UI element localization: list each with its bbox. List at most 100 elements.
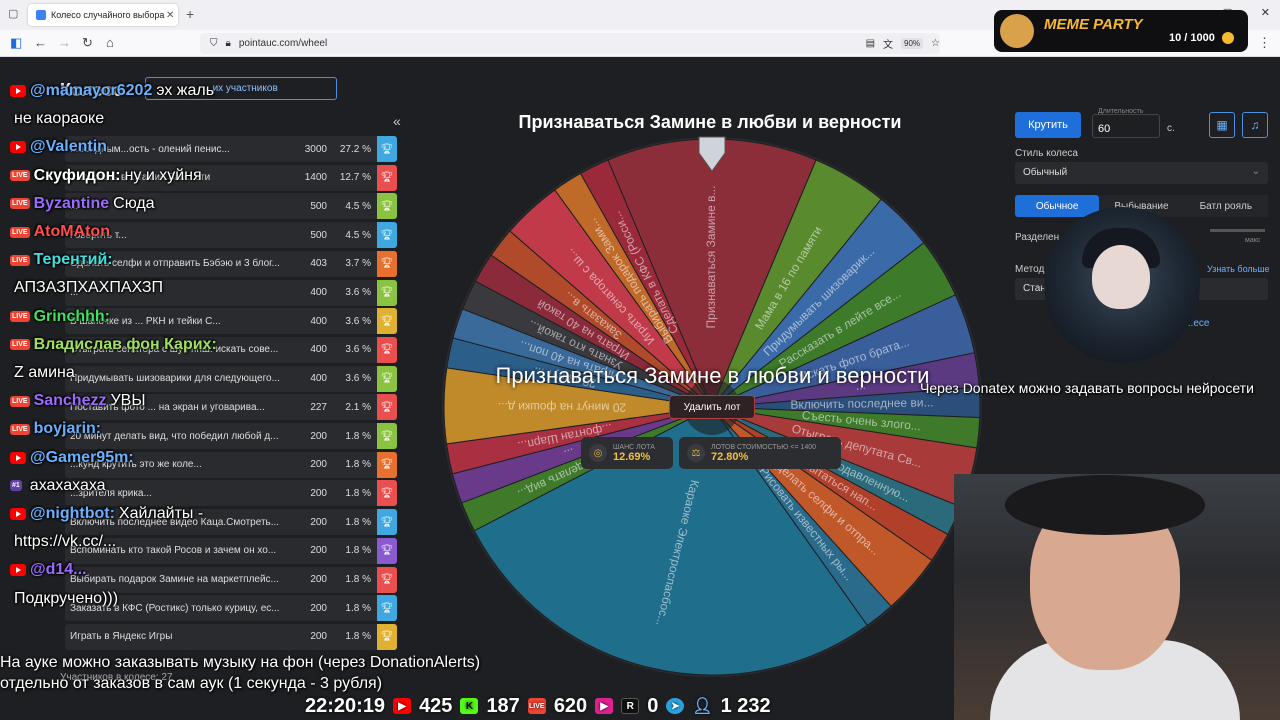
lot-cup-icon[interactable]: 🏆︎ [377,623,397,650]
lot-row[interactable]: Придумывать шизоварики для следующего...… [65,365,397,392]
shield-icon: ⛉ [210,38,218,49]
chat-message: Z амина [10,364,75,382]
reader-icon[interactable]: ▤ [866,38,875,49]
split-slider[interactable] [1210,229,1265,232]
lot-percent: 12.7 % [339,172,371,184]
lot-row[interactable]: Играть в Яндекс Игры 200 1.8 % 🏆︎ [65,623,397,650]
lot-row[interactable]: ...зрителя крика... 200 1.8 % 🏆︎ [65,480,397,507]
lot-cup-icon[interactable]: 🏆︎ [377,480,397,507]
address-bar[interactable]: ⛉ 🔒︎ pointauc.com/wheel ▤ 文 90% ☆ [200,33,940,54]
lot-amount[interactable]: 403 [283,258,327,269]
lot-percent: 4.5 % [345,229,371,241]
lot-cup-icon[interactable]: 🏆︎ [377,279,397,306]
new-tab-icon[interactable]: + [186,6,194,22]
browser-tab[interactable]: Колесо случайного выбора – I ✕ [28,4,178,26]
sidebar-toggle-icon[interactable]: ◧ [10,35,22,51]
music-note-icon[interactable]: ♫ [1242,112,1268,138]
lot-percent: 1.8 % [345,459,371,471]
lot-percent: 1.8 % [345,516,371,528]
lot-amount[interactable]: 200 [283,488,327,499]
lot-cup-icon[interactable]: 🏆︎ [377,365,397,392]
grid-icon[interactable]: ▦ [1209,112,1235,138]
lot-cup-icon[interactable]: 🏆︎ [377,222,397,249]
lot-amount[interactable]: 3000 [283,144,327,155]
lot-amount[interactable]: 200 [283,574,327,585]
chat-message: LIVE boyjarin: [10,420,105,438]
spin-button[interactable]: Крутить [1015,112,1081,138]
lot-amount[interactable]: 200 [283,545,327,556]
lot-amount[interactable]: 1400 [283,172,327,183]
lot-row[interactable]: 20 минут делать вид, что победил любой д… [65,423,397,449]
duration-input[interactable]: 60 [1092,114,1160,138]
back-icon[interactable]: ← [34,35,47,50]
learn-more-link[interactable]: Узнать больше [1207,264,1270,274]
close-tab-icon[interactable]: ✕ [166,10,178,21]
youtube-icon [10,564,26,577]
lot-cup-icon[interactable]: 🏆︎ [377,394,397,421]
youtube-icon [10,85,26,97]
chat-text: Хайлайты - [118,505,204,522]
lot-cup-icon[interactable]: 🏆︎ [377,136,397,162]
tab-list-icon[interactable]: ▢ [8,7,18,20]
site-favicon-icon [36,10,46,20]
lot-cup-icon[interactable]: 🏆︎ [377,250,397,277]
lot-cup-icon[interactable]: 🏆︎ [377,537,397,564]
collapse-panel-icon[interactable]: « [393,113,401,129]
lot-cup-icon[interactable]: 🏆︎ [377,566,397,593]
avatar-face [1092,245,1150,309]
lot-amount[interactable]: 400 [283,287,327,298]
lot-amount[interactable]: 400 [283,373,327,384]
lot-amount[interactable]: 400 [283,316,327,327]
lot-row[interactable]: Говорить т... 500 4.5 % 🏆︎ [65,222,397,249]
url-text: pointauc.com/wheel [238,38,328,49]
tab-normal[interactable]: Обычное [1015,195,1100,217]
wheel-style-select[interactable]: Обычный ⌄ [1015,162,1268,184]
meme-party-widget: MEME PARTY 10 / 1000 [994,10,1248,52]
lot-cup-icon[interactable]: 🏆︎ [377,336,397,363]
lot-cup-icon[interactable]: 🏆︎ [377,451,397,478]
lot-row[interactable]: ...обидным...ость - олений пенис... 3000 2… [65,136,397,162]
lot-cup-icon[interactable]: 🏆︎ [377,595,397,622]
donatex-note: Через Donatex можно задавать вопросы ней… [920,380,1254,396]
lot-amount[interactable]: 400 [283,344,327,355]
meme-party-counter: 10 / 1000 [1169,32,1215,44]
chat-username: @d14... [30,561,87,579]
webcam-person-headphones [1005,475,1205,535]
lot-row[interactable]: В шапочке из ... РКН и тейки С... 400 3.6 … [65,308,397,335]
stream-stats-bar: 22:20:19 ▶ 425 K 187 LIVE 620 ▶ R 0 ➤ 👤︎… [305,693,771,719]
vklive-count: 620 [553,694,588,717]
close-window-icon[interactable]: ✕ [1261,6,1270,19]
lot-amount[interactable]: 500 [283,230,327,241]
lot-cup-icon[interactable]: 🏆︎ [377,308,397,335]
zoom-level[interactable]: 90% [901,38,924,49]
lot-cup-icon[interactable]: 🏆︎ [377,193,397,220]
translate-icon[interactable]: 文 [883,36,893,51]
home-icon[interactable]: ⌂ [106,35,114,50]
bookmark-star-icon[interactable]: ☆ [931,38,940,49]
lot-amount[interactable]: 200 [283,517,327,528]
chat-message: #1 ахахахаха [10,477,106,495]
lot-amount[interactable]: 200 [283,431,327,442]
lot-cup-icon[interactable]: 🏆︎ [377,509,397,536]
chat-username: Grinchhh: [33,307,110,325]
forward-icon[interactable]: → [58,35,71,50]
chat-username: Терентий: [33,251,113,269]
chat-message: LIVE AtoMAton [10,223,114,241]
lot-cup-icon[interactable]: 🏆︎ [377,164,397,191]
lot-row[interactable]: Выбирать подарок Замине на маркетплейс..… [65,566,397,593]
chat-message: АПЗАЗПХАХПАХЗП [10,279,163,297]
chat-username: @Valentin [30,138,107,156]
reload-icon[interactable]: ↻ [82,35,93,51]
lot-amount[interactable]: 227 [283,402,327,413]
menu-icon[interactable]: ⋮ [1258,35,1271,51]
chat-text: Z амина [14,364,75,381]
lots-cost-stat: ⚖ ЛОТОВ СТОИМОСТЬЮ <= 1400 72.80% [679,437,841,469]
lot-amount[interactable]: 200 [283,459,327,470]
chat-text: АПЗАЗПХАХПАХЗП [14,279,163,297]
lot-amount[interactable]: 200 [283,603,327,614]
delete-lot-button[interactable]: Удалить лот [669,395,755,419]
lot-cup-icon[interactable]: 🏆︎ [377,423,397,449]
lot-amount[interactable]: 500 [283,201,327,212]
tab-battle-royale[interactable]: Батл рояль [1183,195,1268,217]
lot-amount[interactable]: 200 [283,631,327,642]
